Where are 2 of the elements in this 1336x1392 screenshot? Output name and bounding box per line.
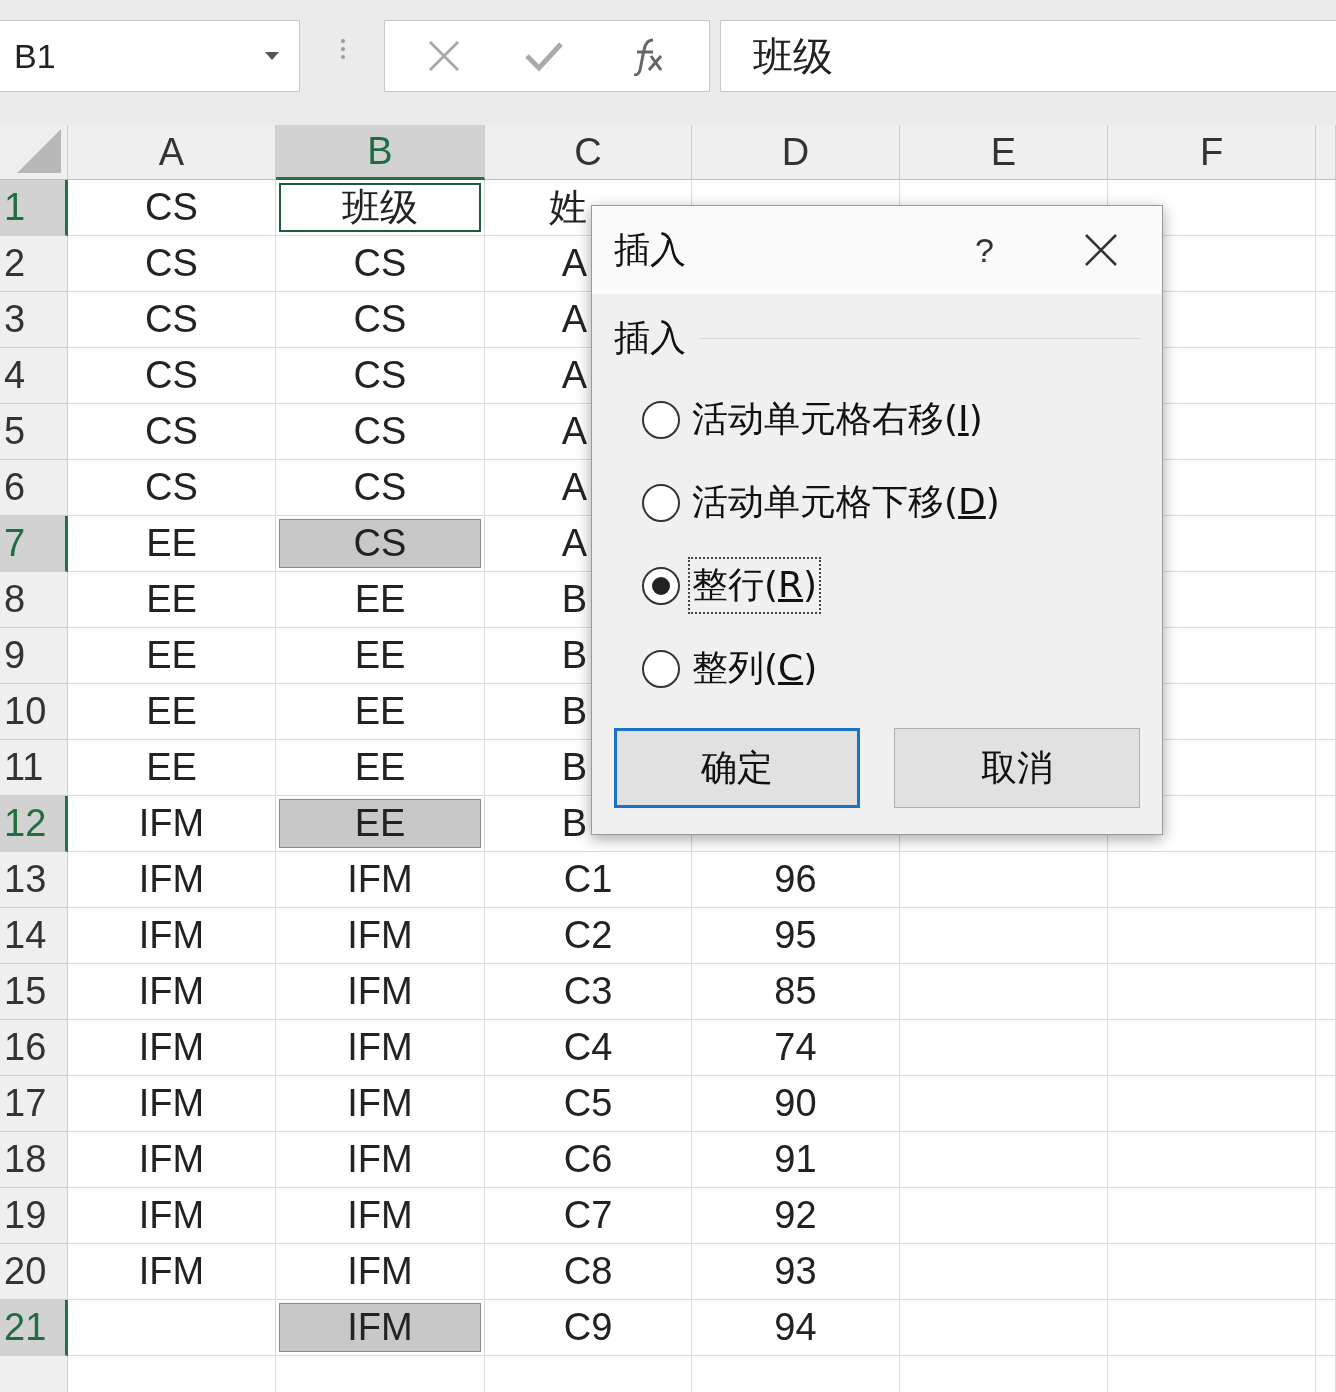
formula-text: 班级: [753, 31, 833, 81]
cell-reference: B1: [14, 36, 56, 76]
